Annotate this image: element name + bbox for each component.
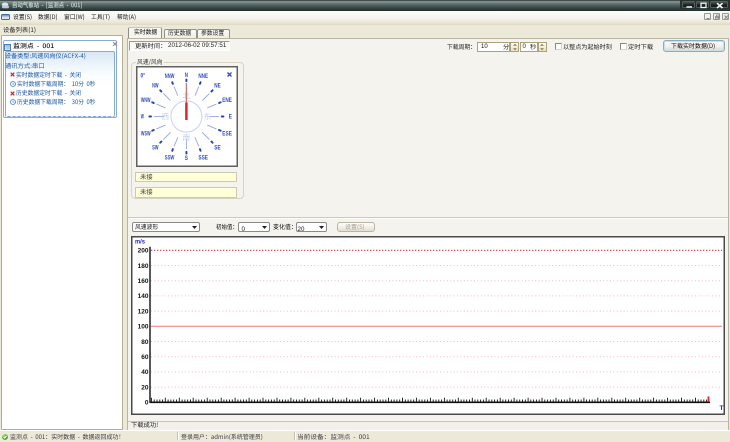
svg-text:ESE: ESE [222,130,232,137]
svg-text:40: 40 [141,369,149,376]
svg-text:SSW: SSW [165,154,175,161]
svg-text:120: 120 [137,308,148,315]
svg-text:m/s: m/s [135,239,146,245]
svg-text:SW: SW [152,145,159,152]
svg-text:W: W [141,114,144,121]
svg-text:E: E [229,114,232,121]
svg-text:N: N [185,72,189,79]
svg-text:80: 80 [141,339,149,346]
svg-text:WNW: WNW [141,97,151,104]
svg-text:20: 20 [141,384,149,391]
svg-text:NNE: NNE [198,73,208,80]
svg-text:200: 200 [137,248,148,255]
svg-text:60: 60 [141,354,149,361]
svg-text:ENE: ENE [222,97,232,104]
svg-text:100: 100 [137,324,148,331]
svg-text:S: S [185,155,188,162]
svg-text:140: 140 [137,293,148,300]
svg-text:180: 180 [137,263,148,270]
svg-text:NNW: NNW [165,73,175,80]
svg-text:SSE: SSE [198,154,208,161]
svg-text:SE: SE [214,145,220,152]
svg-text:NW: NW [152,83,158,90]
svg-text:T: T [719,405,723,412]
svg-text:0°: 0° [141,73,146,80]
svg-text:WSW: WSW [141,130,151,137]
svg-text:160: 160 [137,278,148,285]
svg-text:NE: NE [214,83,220,90]
svg-text:0: 0 [144,400,148,407]
